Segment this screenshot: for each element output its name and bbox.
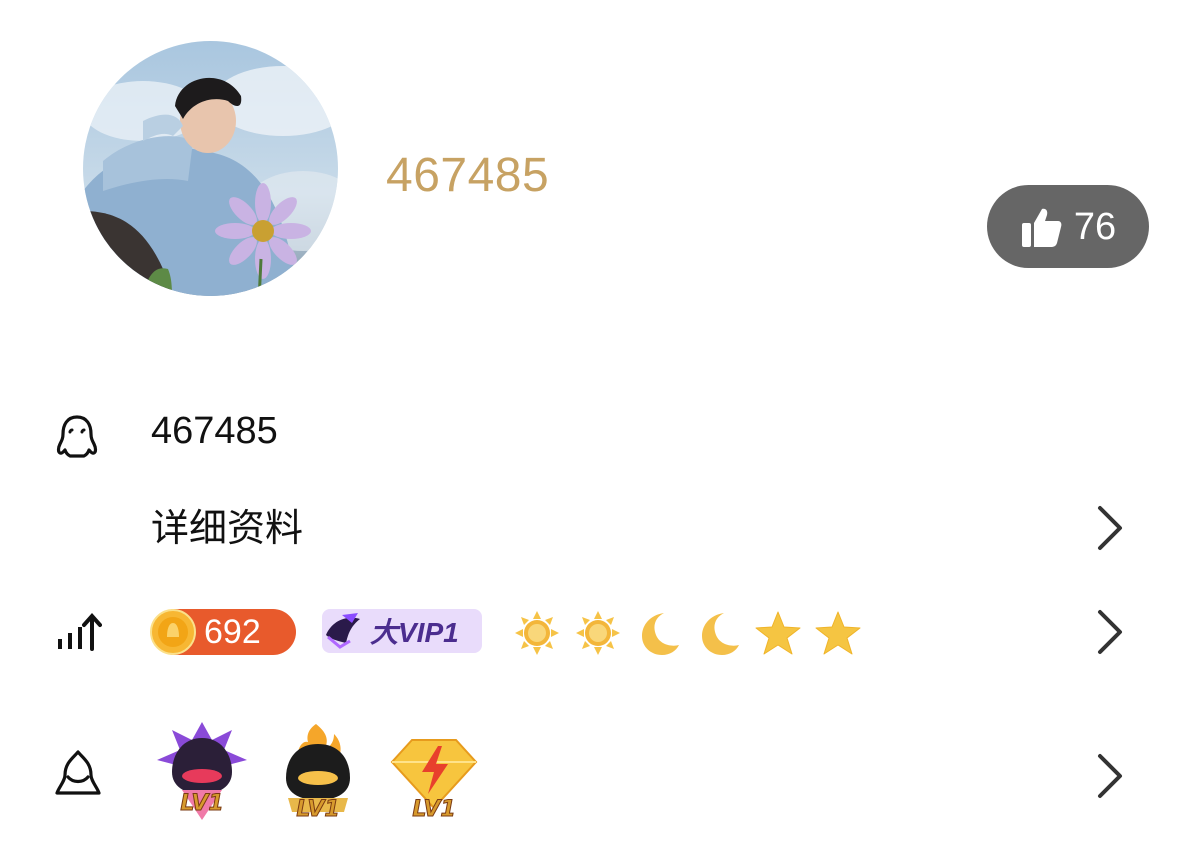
detail-profile-link[interactable]: 详细资料 xyxy=(151,504,303,554)
coin-icon xyxy=(150,609,196,655)
vip-label: 大VIP1 xyxy=(370,617,459,648)
vip-badge[interactable]: 大VIP1 xyxy=(322,609,482,653)
qq-badge-outline-icon xyxy=(52,748,104,800)
like-button[interactable]: 76 xyxy=(987,185,1149,268)
badge-lv1-diamond[interactable]: LV1 xyxy=(384,720,484,825)
nickname: 467485 xyxy=(386,149,550,202)
chevron-right-icon[interactable] xyxy=(1092,746,1132,806)
badge-label: LV1 xyxy=(412,797,455,822)
star-icon xyxy=(815,611,861,655)
like-count: 76 xyxy=(1073,205,1117,248)
moon-icon xyxy=(642,613,679,655)
avatar[interactable] xyxy=(83,41,338,296)
avatar-photo xyxy=(83,41,338,296)
badge-lv1-flame[interactable]: LV1 xyxy=(268,720,368,825)
moon-icon xyxy=(702,613,739,655)
thumbs-up-icon xyxy=(1021,208,1062,247)
level-chart-icon xyxy=(55,612,103,652)
chevron-right-icon[interactable] xyxy=(1092,498,1132,558)
badge-lv1-purple[interactable]: LV1 xyxy=(152,720,252,825)
level-points-badge[interactable]: 692 xyxy=(150,609,296,655)
sun-icon xyxy=(515,611,559,655)
badge-label: LV1 xyxy=(296,797,339,822)
badge-label: LV1 xyxy=(180,791,223,816)
level-points: 692 xyxy=(204,613,261,651)
star-icon xyxy=(755,611,801,655)
sun-icon xyxy=(576,611,620,655)
vip-crown-icon xyxy=(326,613,360,649)
chevron-right-icon[interactable] xyxy=(1092,602,1132,662)
qq-number: 467485 xyxy=(151,410,278,452)
qq-penguin-icon xyxy=(52,412,102,462)
